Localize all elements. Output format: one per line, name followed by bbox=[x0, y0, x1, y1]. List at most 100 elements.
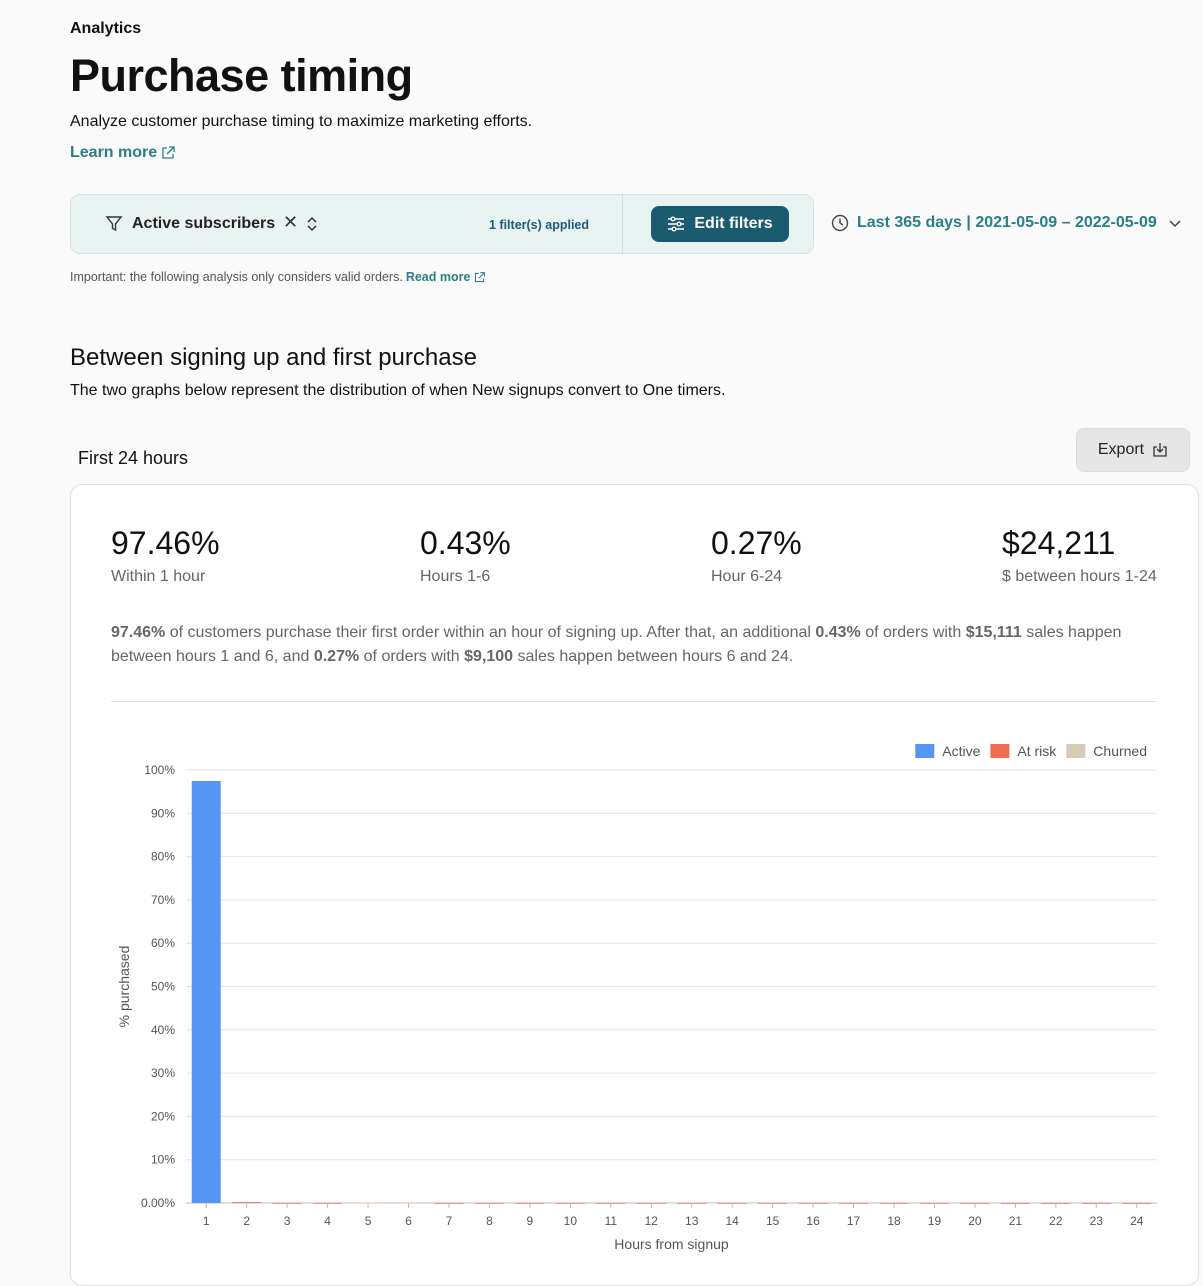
stat-value: 0.43% bbox=[420, 525, 511, 561]
legend-swatch bbox=[1066, 744, 1086, 758]
funnel-icon bbox=[105, 216, 123, 232]
y-tick-label: 10% bbox=[151, 1153, 175, 1167]
first-24-hours-card: 97.46% Within 1 hour 0.43% Hours 1-6 0.2… bbox=[70, 484, 1199, 1286]
legend-label: At risk bbox=[1017, 743, 1057, 759]
sort-toggle-icon[interactable] bbox=[305, 215, 319, 233]
x-tick-label: 24 bbox=[1130, 1214, 1144, 1228]
legend-label: Active bbox=[942, 743, 980, 759]
edit-filters-button[interactable]: Edit filters bbox=[651, 206, 789, 242]
x-tick-label: 21 bbox=[1009, 1214, 1023, 1228]
read-more-link[interactable]: Read more bbox=[406, 270, 487, 284]
x-tick-label: 9 bbox=[527, 1214, 534, 1228]
export-button[interactable]: Export bbox=[1076, 428, 1190, 472]
y-tick-label: 30% bbox=[151, 1066, 175, 1080]
stat-value: 0.27% bbox=[711, 525, 802, 561]
summary-sales-2: $9,100 bbox=[464, 648, 514, 665]
clock-icon bbox=[831, 214, 849, 232]
date-range-selector[interactable]: Last 365 days | 2021-05-09 – 2022-05-09 bbox=[831, 214, 1157, 232]
summary-sales-1: $15,111 bbox=[965, 624, 1022, 641]
y-axis-title: % purchased bbox=[116, 946, 132, 1028]
summary-part-5: sales happen between hours 6 and 24. bbox=[513, 648, 794, 665]
x-tick-label: 1 bbox=[203, 1214, 210, 1228]
page-title: Purchase timing bbox=[70, 50, 413, 101]
export-label: Export bbox=[1097, 441, 1145, 458]
x-tick-label: 18 bbox=[887, 1214, 901, 1228]
remove-filter-icon[interactable]: ✕ bbox=[283, 212, 298, 233]
bar-active bbox=[191, 780, 221, 1203]
x-tick-label: 16 bbox=[806, 1214, 820, 1228]
purchase-timing-chart: 0.00%10%20%30%40%50%60%70%80%90%100%1 2 3 4… bbox=[116, 743, 1157, 1252]
stat-within-1-hour: 97.46% Within 1 hour bbox=[111, 525, 220, 586]
summary-pct-1: 97.46% bbox=[111, 624, 166, 641]
x-tick-label: 2 bbox=[243, 1214, 250, 1228]
learn-more-label: Learn more bbox=[70, 144, 158, 161]
x-tick-label: 23 bbox=[1090, 1214, 1104, 1228]
x-tick-label: 7 bbox=[446, 1214, 453, 1228]
x-tick-label: 15 bbox=[766, 1214, 780, 1228]
external-link-icon bbox=[162, 146, 175, 159]
edit-filters-label: Edit filters bbox=[694, 215, 773, 232]
x-axis-title: Hours from signup bbox=[614, 1236, 729, 1252]
filter-divider bbox=[622, 195, 623, 253]
x-tick-label: 8 bbox=[486, 1214, 493, 1228]
stat-label: Within 1 hour bbox=[111, 568, 206, 585]
x-tick-label: 20 bbox=[968, 1214, 982, 1228]
summary-pct-3: 0.27% bbox=[313, 648, 360, 665]
breadcrumb[interactable]: Analytics bbox=[70, 20, 141, 38]
summary-part-4: of orders with bbox=[359, 648, 465, 665]
summary-part-2: of orders with bbox=[860, 624, 966, 641]
sliders-icon bbox=[668, 216, 685, 232]
section-title: Between signing up and first purchase bbox=[70, 344, 477, 371]
y-tick-label: 40% bbox=[151, 1023, 175, 1037]
y-tick-label: 60% bbox=[151, 936, 175, 950]
stat-value: $24,211 bbox=[1002, 525, 1116, 561]
chevron-down-icon[interactable] bbox=[1168, 216, 1182, 230]
filter-count: 1 filter(s) applied bbox=[489, 218, 590, 232]
download-icon bbox=[1153, 443, 1167, 457]
card-divider bbox=[111, 701, 1157, 702]
valid-orders-note: Important: the following analysis only c… bbox=[70, 270, 486, 284]
read-more-label: Read more bbox=[405, 270, 471, 284]
section-description: The two graphs below represent the distr… bbox=[70, 382, 726, 399]
filter-bar: Active subscribers ✕ 1 filter(s) applied… bbox=[70, 194, 814, 254]
active-filter-label[interactable]: Active subscribers bbox=[132, 215, 275, 233]
y-tick-label: 50% bbox=[151, 980, 175, 994]
x-tick-label: 13 bbox=[685, 1214, 699, 1228]
stat-value: 97.46% bbox=[111, 525, 220, 561]
x-tick-label: 4 bbox=[324, 1214, 331, 1228]
stat-label: Hour 6-24 bbox=[711, 568, 783, 585]
stat-dollars-1-24: $24,211 $ between hours 1-24 bbox=[1002, 525, 1157, 586]
legend-label: Churned bbox=[1093, 743, 1147, 759]
x-tick-label: 11 bbox=[605, 1214, 618, 1228]
y-tick-label: 20% bbox=[151, 1109, 175, 1123]
legend-swatch bbox=[990, 744, 1010, 758]
page-subtitle: Analyze customer purchase timing to maxi… bbox=[70, 113, 533, 130]
summary-part-1: of customers purchase their first order … bbox=[165, 624, 816, 641]
x-tick-label: 22 bbox=[1049, 1214, 1063, 1228]
bar-at-risk bbox=[232, 1202, 262, 1203]
x-tick-label: 10 bbox=[564, 1214, 578, 1228]
summary-text: 97.46% of customers purchase their first… bbox=[111, 621, 1151, 669]
stat-hours-6-24: 0.27% Hour 6-24 bbox=[711, 525, 802, 586]
stat-hours-1-6: 0.43% Hours 1-6 bbox=[420, 525, 511, 586]
x-tick-label: 19 bbox=[928, 1214, 942, 1228]
learn-more-link[interactable]: Learn more bbox=[70, 144, 176, 162]
x-tick-label: 17 bbox=[847, 1214, 861, 1228]
x-tick-label: 3 bbox=[284, 1214, 291, 1228]
stat-label: Hours 1-6 bbox=[420, 568, 491, 585]
date-range-label: Last 365 days | 2021-05-09 – 2022-05-09 bbox=[857, 214, 1157, 231]
card-title: First 24 hours bbox=[78, 448, 189, 468]
y-tick-label: 80% bbox=[151, 850, 175, 864]
external-link-icon bbox=[475, 271, 486, 282]
x-tick-label: 12 bbox=[645, 1214, 659, 1228]
y-tick-label: 90% bbox=[151, 806, 175, 820]
y-tick-label: 0.00% bbox=[141, 1196, 175, 1210]
stat-label: $ between hours 1-24 bbox=[1002, 568, 1157, 585]
x-tick-label: 6 bbox=[405, 1214, 412, 1228]
summary-pct-2: 0.43% bbox=[815, 624, 861, 641]
y-tick-label: 70% bbox=[151, 893, 175, 907]
x-tick-label: 5 bbox=[365, 1214, 372, 1228]
legend-swatch bbox=[915, 744, 935, 758]
note-text: Important: the following analysis only c… bbox=[70, 270, 403, 284]
y-tick-label: 100% bbox=[144, 763, 175, 777]
